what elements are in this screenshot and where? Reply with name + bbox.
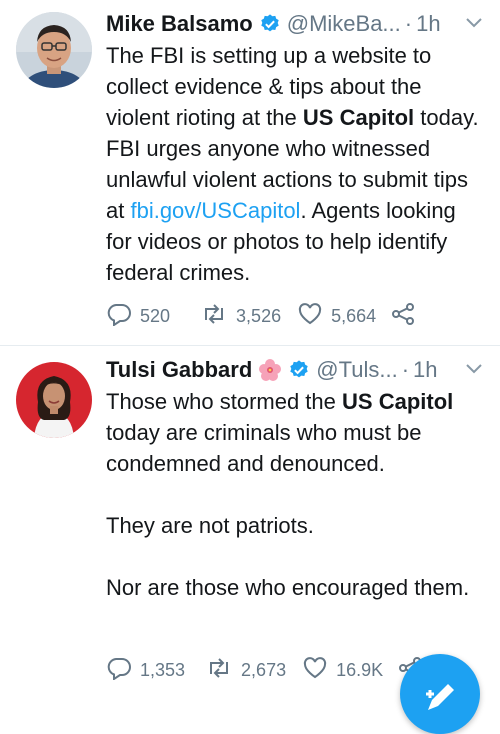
tweet-paragraph: Nor are those who encouraged them. — [106, 575, 470, 600]
timestamp[interactable]: 1h — [416, 11, 440, 37]
like-button[interactable]: 5,664 — [297, 302, 376, 331]
separator-dot: · — [404, 11, 413, 36]
share-button[interactable] — [390, 302, 424, 331]
reply-icon — [106, 656, 140, 685]
share-icon — [390, 302, 424, 331]
tweet-header: Tulsi Gabbard @Tuls... · 1h — [106, 354, 486, 386]
tweet-text-part: Those who stormed the — [106, 389, 343, 414]
handle[interactable]: @MikeBa... — [287, 11, 401, 37]
tweet-link[interactable]: fbi.gov/USCapitol — [130, 198, 300, 223]
chevron-down-icon[interactable] — [464, 362, 484, 376]
handle[interactable]: @Tuls... — [316, 357, 397, 383]
retweet-count: 2,673 — [241, 660, 287, 680]
tweet-content: Tulsi Gabbard @Tuls... · 1h Those who st… — [106, 354, 486, 603]
compose-tweet-button[interactable] — [400, 654, 480, 734]
display-name[interactable]: Tulsi Gabbard — [106, 357, 252, 383]
like-count: 16.9K — [336, 660, 384, 680]
tweet-tulsi-gabbard[interactable]: Tulsi Gabbard @Tuls... · 1h Those who st… — [0, 346, 500, 692]
retweet-button[interactable]: 2,673 — [205, 656, 286, 685]
avatar[interactable] — [16, 12, 92, 88]
like-icon — [297, 302, 331, 331]
tweet-text-part: today are criminals who must be condemne… — [106, 420, 422, 476]
retweet-icon — [200, 302, 236, 331]
reply-icon — [106, 302, 140, 331]
tweet-actions: 1,353 2,673 16.9K — [106, 656, 443, 685]
like-button[interactable]: 16.9K — [302, 656, 383, 685]
like-icon — [302, 656, 336, 685]
tweet-text: Those who stormed the US Capitol today a… — [106, 386, 486, 603]
retweet-icon — [205, 656, 241, 685]
tweet-text-bold: US Capitol — [342, 389, 454, 414]
verified-badge-icon — [288, 359, 310, 381]
reply-count: 1,353 — [140, 660, 186, 680]
verified-badge-icon — [259, 13, 281, 35]
tweet-paragraph: They are not patriots. — [106, 513, 314, 538]
tweet-header: Mike Balsamo @MikeBa... · 1h — [106, 8, 486, 40]
chevron-down-icon[interactable] — [464, 16, 484, 30]
tweet-text-bold: US Capitol — [302, 105, 415, 130]
tweet-content: Mike Balsamo @MikeBa... · 1h The FBI is … — [106, 8, 486, 288]
tweet-text: The FBI is setting up a website to colle… — [106, 40, 486, 288]
tweet-paragraph: Those who stormed the US Capitol today a… — [106, 386, 486, 479]
tweet-actions: 520 3,526 5,664 — [106, 302, 436, 331]
avatar[interactable] — [16, 362, 92, 438]
timestamp[interactable]: 1h — [413, 357, 437, 383]
reply-button[interactable]: 520 — [106, 302, 170, 331]
display-name[interactable]: Mike Balsamo — [106, 11, 253, 37]
separator-dot: · — [401, 357, 410, 382]
retweet-button[interactable]: 3,526 — [200, 302, 281, 331]
hibiscus-emoji-icon — [258, 358, 282, 382]
reply-count: 520 — [140, 306, 171, 326]
like-count: 5,664 — [331, 306, 377, 326]
retweet-count: 3,526 — [236, 306, 282, 326]
tweet-mike-balsamo[interactable]: Mike Balsamo @MikeBa... · 1h The FBI is … — [0, 0, 500, 346]
reply-button[interactable]: 1,353 — [106, 656, 185, 685]
